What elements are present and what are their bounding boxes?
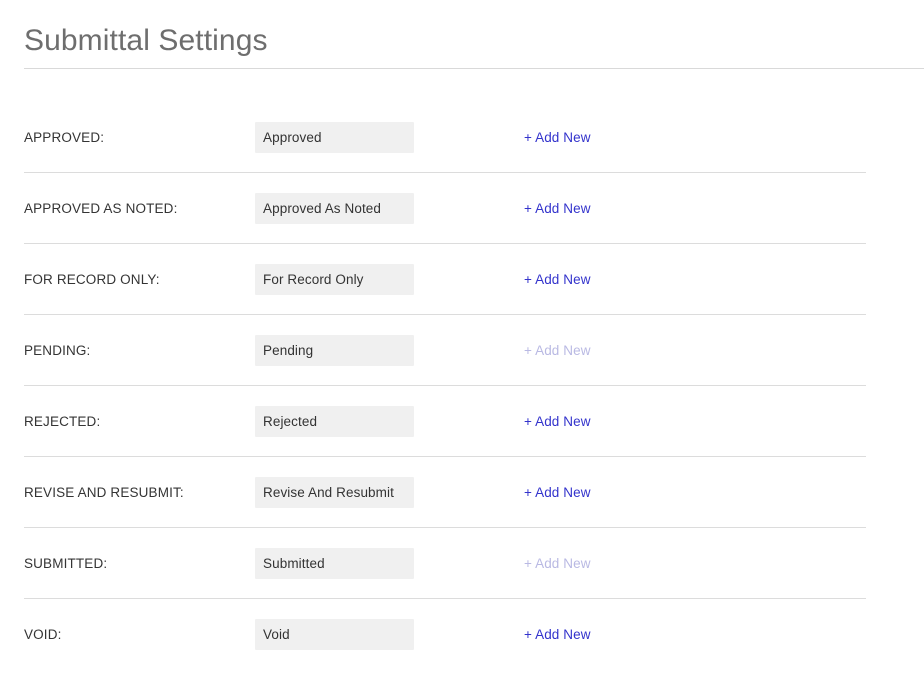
submittal-settings-page: Submittal Settings APPROVED:+ Add NewAPP… xyxy=(0,0,924,684)
status-name-input[interactable] xyxy=(255,548,414,579)
status-name-input[interactable] xyxy=(255,406,414,437)
submittal-status-list: APPROVED: + Add New APPROVED AS NOTED: + Ad… xyxy=(0,102,924,670)
setting-row: FOR RECORD ONLY: + Add New xyxy=(0,244,924,315)
add-new-link[interactable]: + Add New xyxy=(524,599,591,670)
setting-row: REVISE AND RESUBMIT: + Add New xyxy=(0,457,924,528)
add-new-link: + Add New xyxy=(524,343,591,358)
add-new-link[interactable]: + Add New xyxy=(524,457,591,528)
status-label: REJECTED: xyxy=(24,414,101,429)
add-new-link: + Add New xyxy=(524,556,591,571)
status-label: VOID: xyxy=(24,627,62,642)
status-label: PENDING: xyxy=(24,343,91,358)
setting-row: SUBMITTED: + Add New xyxy=(0,528,924,599)
setting-row: VOID: + Add New xyxy=(0,599,924,670)
status-label: APPROVED: xyxy=(24,130,105,145)
add-new-link[interactable]: + Add New xyxy=(524,102,591,173)
page-title: Submittal Settings xyxy=(24,24,268,57)
status-label: SUBMITTED: xyxy=(24,556,108,571)
status-name-input[interactable] xyxy=(255,477,414,508)
status-name-input[interactable] xyxy=(255,335,414,366)
setting-row: PENDING: + Add New xyxy=(0,315,924,386)
setting-row: REJECTED: + Add New xyxy=(0,386,924,457)
status-name-input[interactable] xyxy=(255,264,414,295)
add-new-link[interactable]: + Add New xyxy=(524,386,591,457)
status-name-input[interactable] xyxy=(255,193,414,224)
status-label: REVISE AND RESUBMIT: xyxy=(24,485,184,500)
status-label: APPROVED AS NOTED: xyxy=(24,201,178,216)
status-name-input[interactable] xyxy=(255,619,414,650)
header-divider xyxy=(24,68,924,69)
add-new-link[interactable]: + Add New xyxy=(524,244,591,315)
add-new-link[interactable]: + Add New xyxy=(524,173,591,244)
page-header: Submittal Settings xyxy=(0,0,924,69)
setting-row: APPROVED: + Add New xyxy=(0,102,924,173)
status-label: FOR RECORD ONLY: xyxy=(24,272,160,287)
setting-row: APPROVED AS NOTED: + Add New xyxy=(0,173,924,244)
status-name-input[interactable] xyxy=(255,122,414,153)
